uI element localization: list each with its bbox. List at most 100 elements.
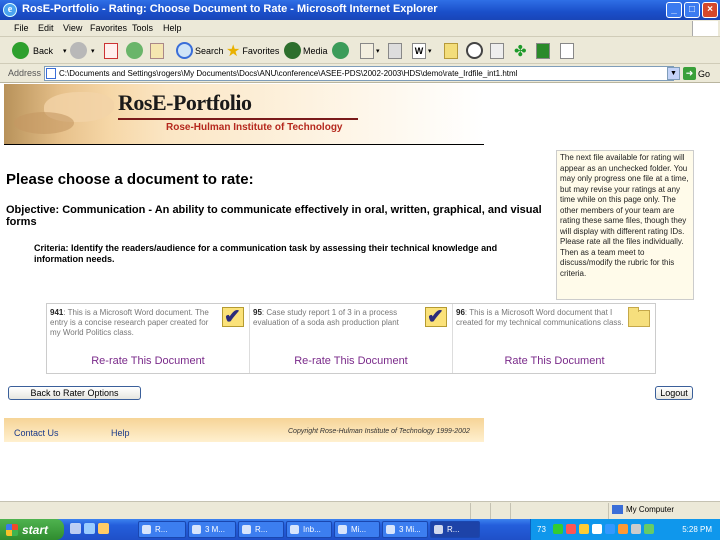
- document-card: 941: This is a Microsoft Word document. …: [47, 304, 250, 373]
- ie-icon: e: [3, 3, 17, 17]
- folder-toolbar-button[interactable]: [444, 41, 458, 60]
- go-button[interactable]: ➜ Go: [683, 66, 710, 81]
- status-separator: [510, 503, 511, 519]
- contact-link[interactable]: Contact Us: [14, 428, 59, 438]
- quick-launch-icon[interactable]: [98, 523, 109, 534]
- clock[interactable]: 5:28 PM: [682, 525, 712, 534]
- tray-icon[interactable]: [579, 524, 589, 534]
- quick-launch-icon[interactable]: [84, 523, 95, 534]
- windows-logo-icon: [692, 21, 718, 36]
- edit-button[interactable]: W ▾: [412, 41, 432, 60]
- re-rate-link[interactable]: Re-rate This Document: [250, 355, 452, 367]
- documents-table: 941: This is a Microsoft Word document. …: [46, 303, 656, 374]
- criteria-text: Criteria: Identify the readers/audience …: [34, 243, 498, 264]
- computer-icon: [612, 505, 623, 514]
- document-description: 96: This is a Microsoft Word document th…: [456, 308, 624, 327]
- tray-icon[interactable]: [553, 524, 563, 534]
- document-id: 941: [50, 308, 64, 317]
- address-bar: Address C:\Documents and Settings\rogers…: [0, 64, 720, 83]
- media-button[interactable]: Media: [284, 41, 328, 60]
- back-dropdown-icon[interactable]: ▾: [63, 47, 67, 55]
- minimize-button[interactable]: _: [666, 2, 682, 18]
- tray-icon[interactable]: [644, 524, 654, 534]
- stop-icon: [104, 42, 118, 59]
- stop-button[interactable]: [104, 41, 118, 60]
- rate-link[interactable]: Rate This Document: [453, 355, 656, 367]
- document-card: 95: Case study report 1 of 3 in a proces…: [250, 304, 453, 373]
- mail-button[interactable]: ▾: [360, 41, 380, 60]
- taskbar-item[interactable]: 3 M...: [188, 521, 236, 538]
- messenger-button[interactable]: [490, 41, 504, 60]
- document-description: 95: Case study report 1 of 3 in a proces…: [253, 308, 399, 327]
- forward-arrow-icon: [70, 42, 87, 59]
- document-id: 95: [253, 308, 262, 317]
- security-zone: My Computer: [612, 505, 674, 514]
- refresh-button[interactable]: [126, 41, 143, 60]
- windows-flag-icon: [6, 523, 18, 536]
- go-arrow-icon: ➜: [683, 67, 696, 80]
- close-button[interactable]: ×: [702, 2, 718, 18]
- menu-tools[interactable]: Tools: [132, 23, 153, 33]
- clover-icon: ✤: [514, 42, 527, 60]
- page-heading: Please choose a document to rate:: [6, 171, 254, 188]
- search-button[interactable]: Search: [176, 41, 224, 60]
- tray-icon[interactable]: [592, 524, 602, 534]
- back-arrow-icon: [12, 42, 29, 59]
- divider: [4, 144, 484, 145]
- tools-button[interactable]: [560, 41, 574, 60]
- clover-button[interactable]: ✤: [514, 41, 527, 60]
- menu-view[interactable]: View: [63, 23, 82, 33]
- logout-button[interactable]: Logout: [655, 386, 693, 400]
- tray-icon[interactable]: [618, 524, 628, 534]
- document-text: Case study report 1 of 3 in a process ev…: [253, 308, 399, 327]
- status-separator: [490, 503, 491, 519]
- research-icon: [466, 42, 483, 59]
- quick-launch-icon[interactable]: [70, 523, 81, 534]
- tray-icon[interactable]: [566, 524, 576, 534]
- title-bar: e RosE-Portfolio - Rating: Choose Docume…: [0, 0, 720, 20]
- home-button[interactable]: [150, 41, 164, 60]
- document-text: This is a Microsoft Word document. The e…: [50, 308, 209, 337]
- system-tray: 73 5:28 PM: [530, 519, 720, 540]
- print-icon: [388, 42, 402, 59]
- taskbar-item-active[interactable]: R...: [430, 521, 480, 538]
- research-button[interactable]: [466, 41, 483, 60]
- address-dropdown-icon[interactable]: ▼: [667, 67, 680, 80]
- tray-icon[interactable]: [605, 524, 615, 534]
- re-rate-link[interactable]: Re-rate This Document: [47, 355, 249, 367]
- back-button[interactable]: Back ▾: [12, 41, 67, 60]
- start-button[interactable]: start: [0, 519, 64, 540]
- forward-button[interactable]: ▾: [70, 41, 95, 60]
- taskbar-item[interactable]: 3 Mi...: [382, 521, 428, 538]
- menu-edit[interactable]: Edit: [38, 23, 54, 33]
- portfolio-banner: RosE-Portfolio Rose-Hulman Institute of …: [4, 84, 484, 144]
- messenger-icon: [490, 42, 504, 59]
- window-title: RosE-Portfolio - Rating: Choose Document…: [22, 3, 438, 15]
- taskbar-item[interactable]: Mi...: [334, 521, 380, 538]
- refresh-icon: [126, 42, 143, 59]
- help-link[interactable]: Help: [111, 428, 130, 438]
- status-separator: [608, 503, 609, 519]
- checked-folder-icon[interactable]: ✔: [222, 306, 244, 328]
- unchecked-folder-icon[interactable]: [628, 307, 650, 327]
- taskbar-item[interactable]: R...: [238, 521, 284, 538]
- print-button[interactable]: [388, 41, 402, 60]
- taskbar-item[interactable]: Inb...: [286, 521, 332, 538]
- menu-help[interactable]: Help: [163, 23, 182, 33]
- maximize-button[interactable]: □: [684, 2, 700, 18]
- taskbar: start R... 3 M... R... Inb... Mi... 3 Mi…: [0, 519, 720, 540]
- history-button[interactable]: [332, 41, 349, 60]
- address-input[interactable]: C:\Documents and Settings\rogers\My Docu…: [44, 66, 674, 81]
- favorites-button[interactable]: ★ Favorites: [226, 41, 279, 60]
- document-text: This is a Microsoft Word document that I…: [456, 308, 624, 327]
- home-icon: [150, 42, 164, 59]
- menu-favorites[interactable]: Favorites: [90, 23, 127, 33]
- menu-file[interactable]: File: [14, 23, 29, 33]
- address-label: Address: [8, 68, 42, 78]
- network-button[interactable]: [536, 41, 550, 60]
- taskbar-item[interactable]: R...: [138, 521, 186, 538]
- tray-icon[interactable]: [631, 524, 641, 534]
- objective-text: Objective: Communication - An ability to…: [6, 204, 542, 228]
- back-to-rater-options-button[interactable]: Back to Rater Options: [8, 386, 141, 400]
- checked-folder-icon[interactable]: ✔: [425, 306, 447, 328]
